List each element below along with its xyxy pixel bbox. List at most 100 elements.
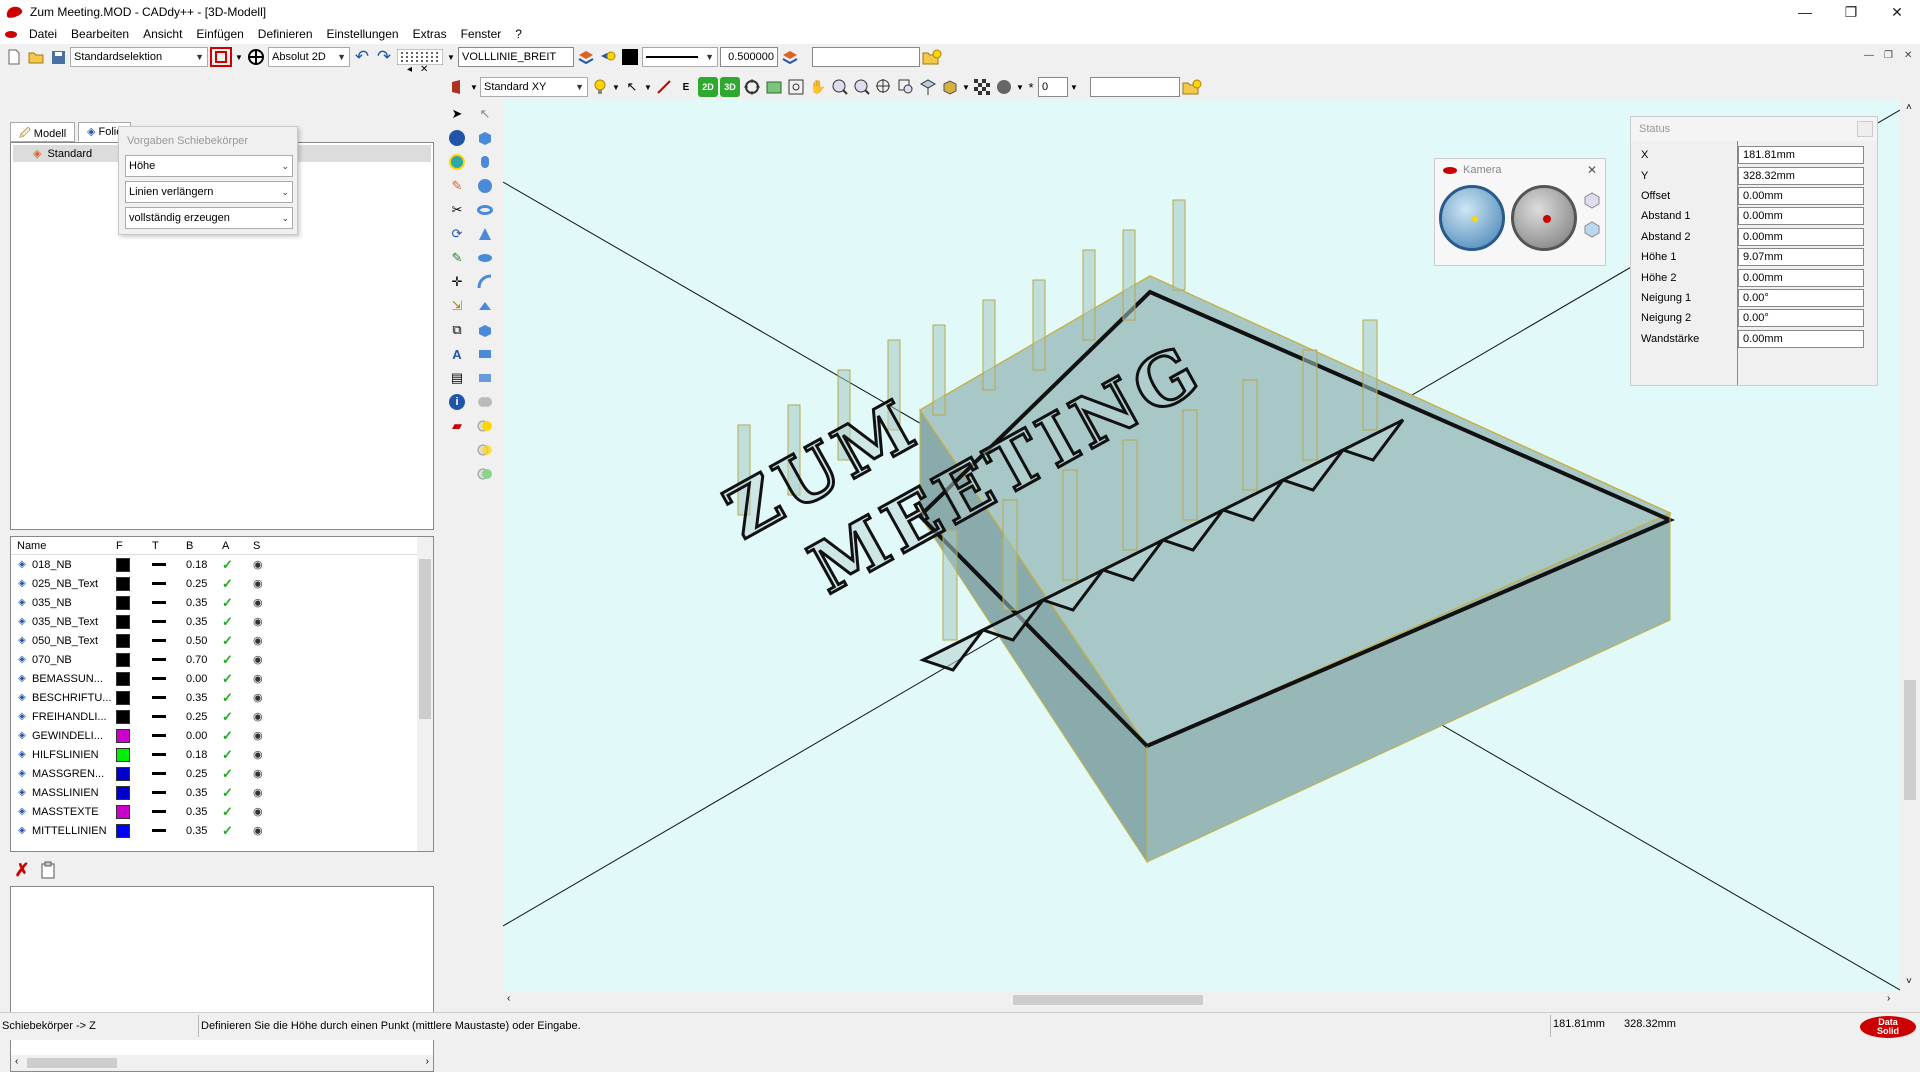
layer-width-cell[interactable]: 0.25 [186, 768, 222, 780]
subtract-icon[interactable] [475, 416, 495, 436]
zoom-window-icon[interactable] [786, 77, 806, 97]
line-width-field[interactable]: 0.500000 [720, 47, 778, 67]
layer-color-cell[interactable] [116, 576, 152, 591]
layer-active-check-icon[interactable]: ✓ [222, 633, 253, 649]
save-icon[interactable] [48, 47, 68, 67]
layer-linetype-cell[interactable] [152, 772, 186, 775]
layer-width-cell[interactable]: 0.35 [186, 806, 222, 818]
undo-icon[interactable]: ↶ [352, 47, 372, 67]
zoom-out-icon[interactable] [852, 77, 872, 97]
coordinate-mode-select[interactable]: Absolut 2D ▼ [268, 47, 350, 67]
counter-field[interactable]: 0 [1038, 77, 1068, 97]
section-view-icon[interactable] [918, 77, 938, 97]
layer-linetype-cell[interactable] [152, 696, 186, 699]
camera-close-icon[interactable]: ✕ [1587, 163, 1597, 177]
measure-icon[interactable] [654, 77, 674, 97]
pointer-select-icon[interactable]: ↖ [622, 77, 642, 97]
material-dropdown-icon[interactable]: ▼ [1016, 77, 1024, 97]
layer-visible-eye-icon[interactable]: ◉ [253, 577, 283, 590]
box-solid-icon[interactable] [475, 128, 495, 148]
layer-visible-eye-icon[interactable]: ◉ [253, 634, 283, 647]
select-frame-icon[interactable] [210, 47, 232, 67]
col-b[interactable]: B [186, 540, 222, 552]
col-f[interactable]: F [116, 540, 152, 552]
zoom-all-icon[interactable] [874, 77, 894, 97]
mdi-minimize-icon[interactable]: — [1864, 50, 1874, 61]
render-view-icon[interactable] [764, 77, 784, 97]
layer-color-cell[interactable] [116, 766, 152, 781]
green-pencil-icon[interactable]: ✎ [447, 248, 467, 268]
loft-icon[interactable] [475, 296, 495, 316]
layer-width-cell[interactable]: 0.35 [186, 692, 222, 704]
layer-visible-eye-icon[interactable]: ◉ [253, 786, 283, 799]
rotate-tool-icon[interactable] [447, 152, 467, 172]
redo-icon[interactable]: ↷ [374, 47, 394, 67]
sphere-solid-icon[interactable] [475, 176, 495, 196]
open-folder-icon[interactable] [26, 47, 46, 67]
layer-active-check-icon[interactable]: ✓ [222, 595, 253, 611]
select-arrow-icon[interactable]: ➤ [447, 104, 467, 124]
layer-color-cell[interactable] [116, 709, 152, 724]
cone-solid-icon[interactable] [475, 224, 495, 244]
layer-color-cell[interactable] [116, 671, 152, 686]
status-row-value[interactable]: 181.81mm [1738, 146, 1864, 165]
layer-row[interactable]: ◈ BEMASSUN... 0.00 ✓ ◉ [11, 669, 433, 688]
layer-linetype-cell[interactable] [152, 753, 186, 756]
close-button[interactable]: ✕ [1874, 0, 1920, 24]
status-row-value[interactable]: 0.00° [1738, 309, 1864, 328]
text-tool-icon[interactable]: A [447, 344, 467, 364]
layer-linetype-cell[interactable] [152, 601, 186, 604]
hscroll-left-icon[interactable]: ‹ [507, 993, 510, 1004]
layer-active-check-icon[interactable]: ✓ [222, 614, 253, 630]
rotate-view-icon[interactable] [742, 77, 762, 97]
layer-color-cell[interactable] [116, 595, 152, 610]
layer-visible-eye-icon[interactable]: ◉ [253, 615, 283, 628]
viewport-hscrollbar[interactable]: ‹ › [503, 992, 1903, 1008]
layer-row[interactable]: ◈ 018_NB 0.18 ✓ ◉ [11, 555, 433, 574]
layer-width-cell[interactable]: 0.00 [186, 673, 222, 685]
light-dropdown-icon[interactable]: ▼ [612, 77, 620, 97]
menu-fenster[interactable]: Fenster [454, 27, 509, 41]
status-row-value[interactable]: 0.00° [1738, 288, 1864, 307]
vscroll-down-icon[interactable]: ˅ [1906, 976, 1912, 987]
fillet-icon[interactable] [475, 344, 495, 364]
viewport-vscrollbar[interactable]: ˄ ˅ [1900, 100, 1920, 992]
camera-cube-front-icon[interactable] [1583, 220, 1601, 241]
layer-row[interactable]: ◈ 035_NB 0.35 ✓ ◉ [11, 593, 433, 612]
layer-row[interactable]: ◈ GEWINDELI... 0.00 ✓ ◉ [11, 726, 433, 745]
menu-datei[interactable]: Datei [22, 27, 64, 41]
layer-active-check-icon[interactable]: ✓ [222, 804, 253, 820]
light-bulb-icon[interactable] [590, 77, 610, 97]
revolve-icon[interactable] [475, 248, 495, 268]
mdi-close-icon[interactable]: ✕ [1904, 50, 1912, 61]
layer-stack-icon[interactable] [576, 47, 596, 67]
restore-button[interactable]: ❐ [1828, 0, 1874, 24]
vscroll-up-icon[interactable]: ˄ [1906, 102, 1912, 113]
layer-color-cell[interactable] [116, 804, 152, 819]
menu-ansicht[interactable]: Ansicht [136, 27, 189, 41]
layer-width-cell[interactable]: 0.70 [186, 654, 222, 666]
layer-light-icon[interactable] [598, 47, 618, 67]
layer-active-check-icon[interactable]: ✓ [222, 690, 253, 706]
layer-list-scrollbar[interactable] [417, 537, 433, 851]
color-swatch-icon[interactable] [620, 47, 640, 67]
layer-visible-eye-icon[interactable]: ◉ [253, 558, 283, 571]
grid-dropdown-icon[interactable]: ▼ [446, 47, 456, 67]
intersect-icon[interactable] [475, 440, 495, 460]
layer-color-cell[interactable] [116, 633, 152, 648]
layer-row[interactable]: ◈ MASSTEXTE 0.35 ✓ ◉ [11, 802, 433, 821]
mirror-tool-icon[interactable]: ⇲ [447, 296, 467, 316]
layer-width-cell[interactable]: 0.00 [186, 730, 222, 742]
delete-layer-icon[interactable]: ✗ [12, 860, 32, 880]
view-hat-dropdown-icon[interactable]: ▼ [470, 77, 478, 97]
layer-row[interactable]: ◈ MASSLINIEN 0.35 ✓ ◉ [11, 783, 433, 802]
layer-row[interactable]: ◈ 070_NB 0.70 ✓ ◉ [11, 650, 433, 669]
toolbar2-text-input[interactable] [1090, 77, 1180, 97]
vscroll-thumb[interactable] [1904, 680, 1916, 800]
line-tool-icon[interactable]: ✎ [447, 176, 467, 196]
sweep-icon[interactable] [475, 272, 495, 292]
layer-stack-2-icon[interactable] [780, 47, 800, 67]
layer-linetype-cell[interactable] [152, 620, 186, 623]
toolbar1-text-input[interactable] [812, 47, 920, 67]
status-row-value[interactable]: 0.00mm [1738, 268, 1864, 287]
